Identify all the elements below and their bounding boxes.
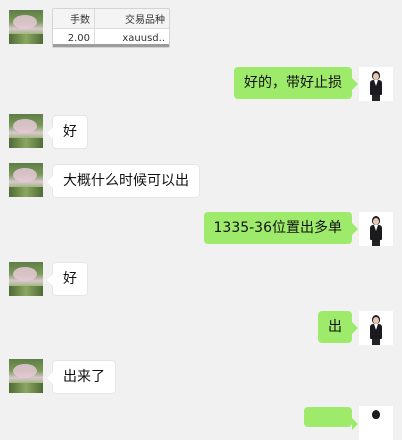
self-avatar[interactable] xyxy=(359,311,393,345)
avatar-hair xyxy=(372,410,380,419)
self-avatar[interactable] xyxy=(359,212,393,246)
message-text: 出来了 xyxy=(63,369,105,385)
avatar-legs xyxy=(372,339,380,345)
avatar-face xyxy=(373,73,379,80)
trade-table-header: 手数 交易品种 xyxy=(53,9,169,29)
message-bubble-outgoing[interactable]: 出 xyxy=(318,311,358,343)
avatar-face xyxy=(373,218,379,225)
contact-avatar[interactable] xyxy=(9,114,43,148)
message-text: 好的，带好止损 xyxy=(244,75,342,91)
avatar-legs xyxy=(372,95,380,101)
contact-avatar[interactable] xyxy=(9,163,43,197)
avatar-legs xyxy=(372,240,380,246)
trade-table-image[interactable]: 手数 交易品种 2.00 xauusd.. xyxy=(52,8,170,48)
message-bubble-incoming[interactable]: 出来了 xyxy=(47,360,116,394)
contact-avatar[interactable] xyxy=(9,262,43,296)
trade-table-header-symbol: 交易品种 xyxy=(125,15,165,26)
message-text: 好 xyxy=(63,271,77,287)
contact-avatar[interactable] xyxy=(9,10,43,44)
message-text: 好 xyxy=(63,124,77,140)
message-bubble-incoming[interactable]: 好 xyxy=(47,115,88,149)
message-bubble-outgoing[interactable]: 1335-36位置出多单 xyxy=(203,212,358,244)
message-bubble-outgoing-partial[interactable] xyxy=(304,407,358,430)
message-text: 1335-36位置出多单 xyxy=(213,220,343,236)
message-bubble-incoming[interactable]: 好 xyxy=(47,262,88,296)
self-avatar[interactable] xyxy=(359,67,393,101)
trade-table-scrollbar xyxy=(53,44,169,47)
contact-avatar[interactable] xyxy=(9,359,43,393)
message-text: 出 xyxy=(328,319,342,335)
message-bubble-outgoing[interactable]: 好的，带好止损 xyxy=(234,67,358,99)
self-avatar[interactable] xyxy=(359,406,393,440)
message-text: 大概什么时候可以出 xyxy=(63,173,189,189)
trade-table-header-lots: 手数 xyxy=(53,9,95,28)
avatar-face xyxy=(373,317,379,324)
message-bubble-incoming[interactable]: 大概什么时候可以出 xyxy=(47,164,200,198)
